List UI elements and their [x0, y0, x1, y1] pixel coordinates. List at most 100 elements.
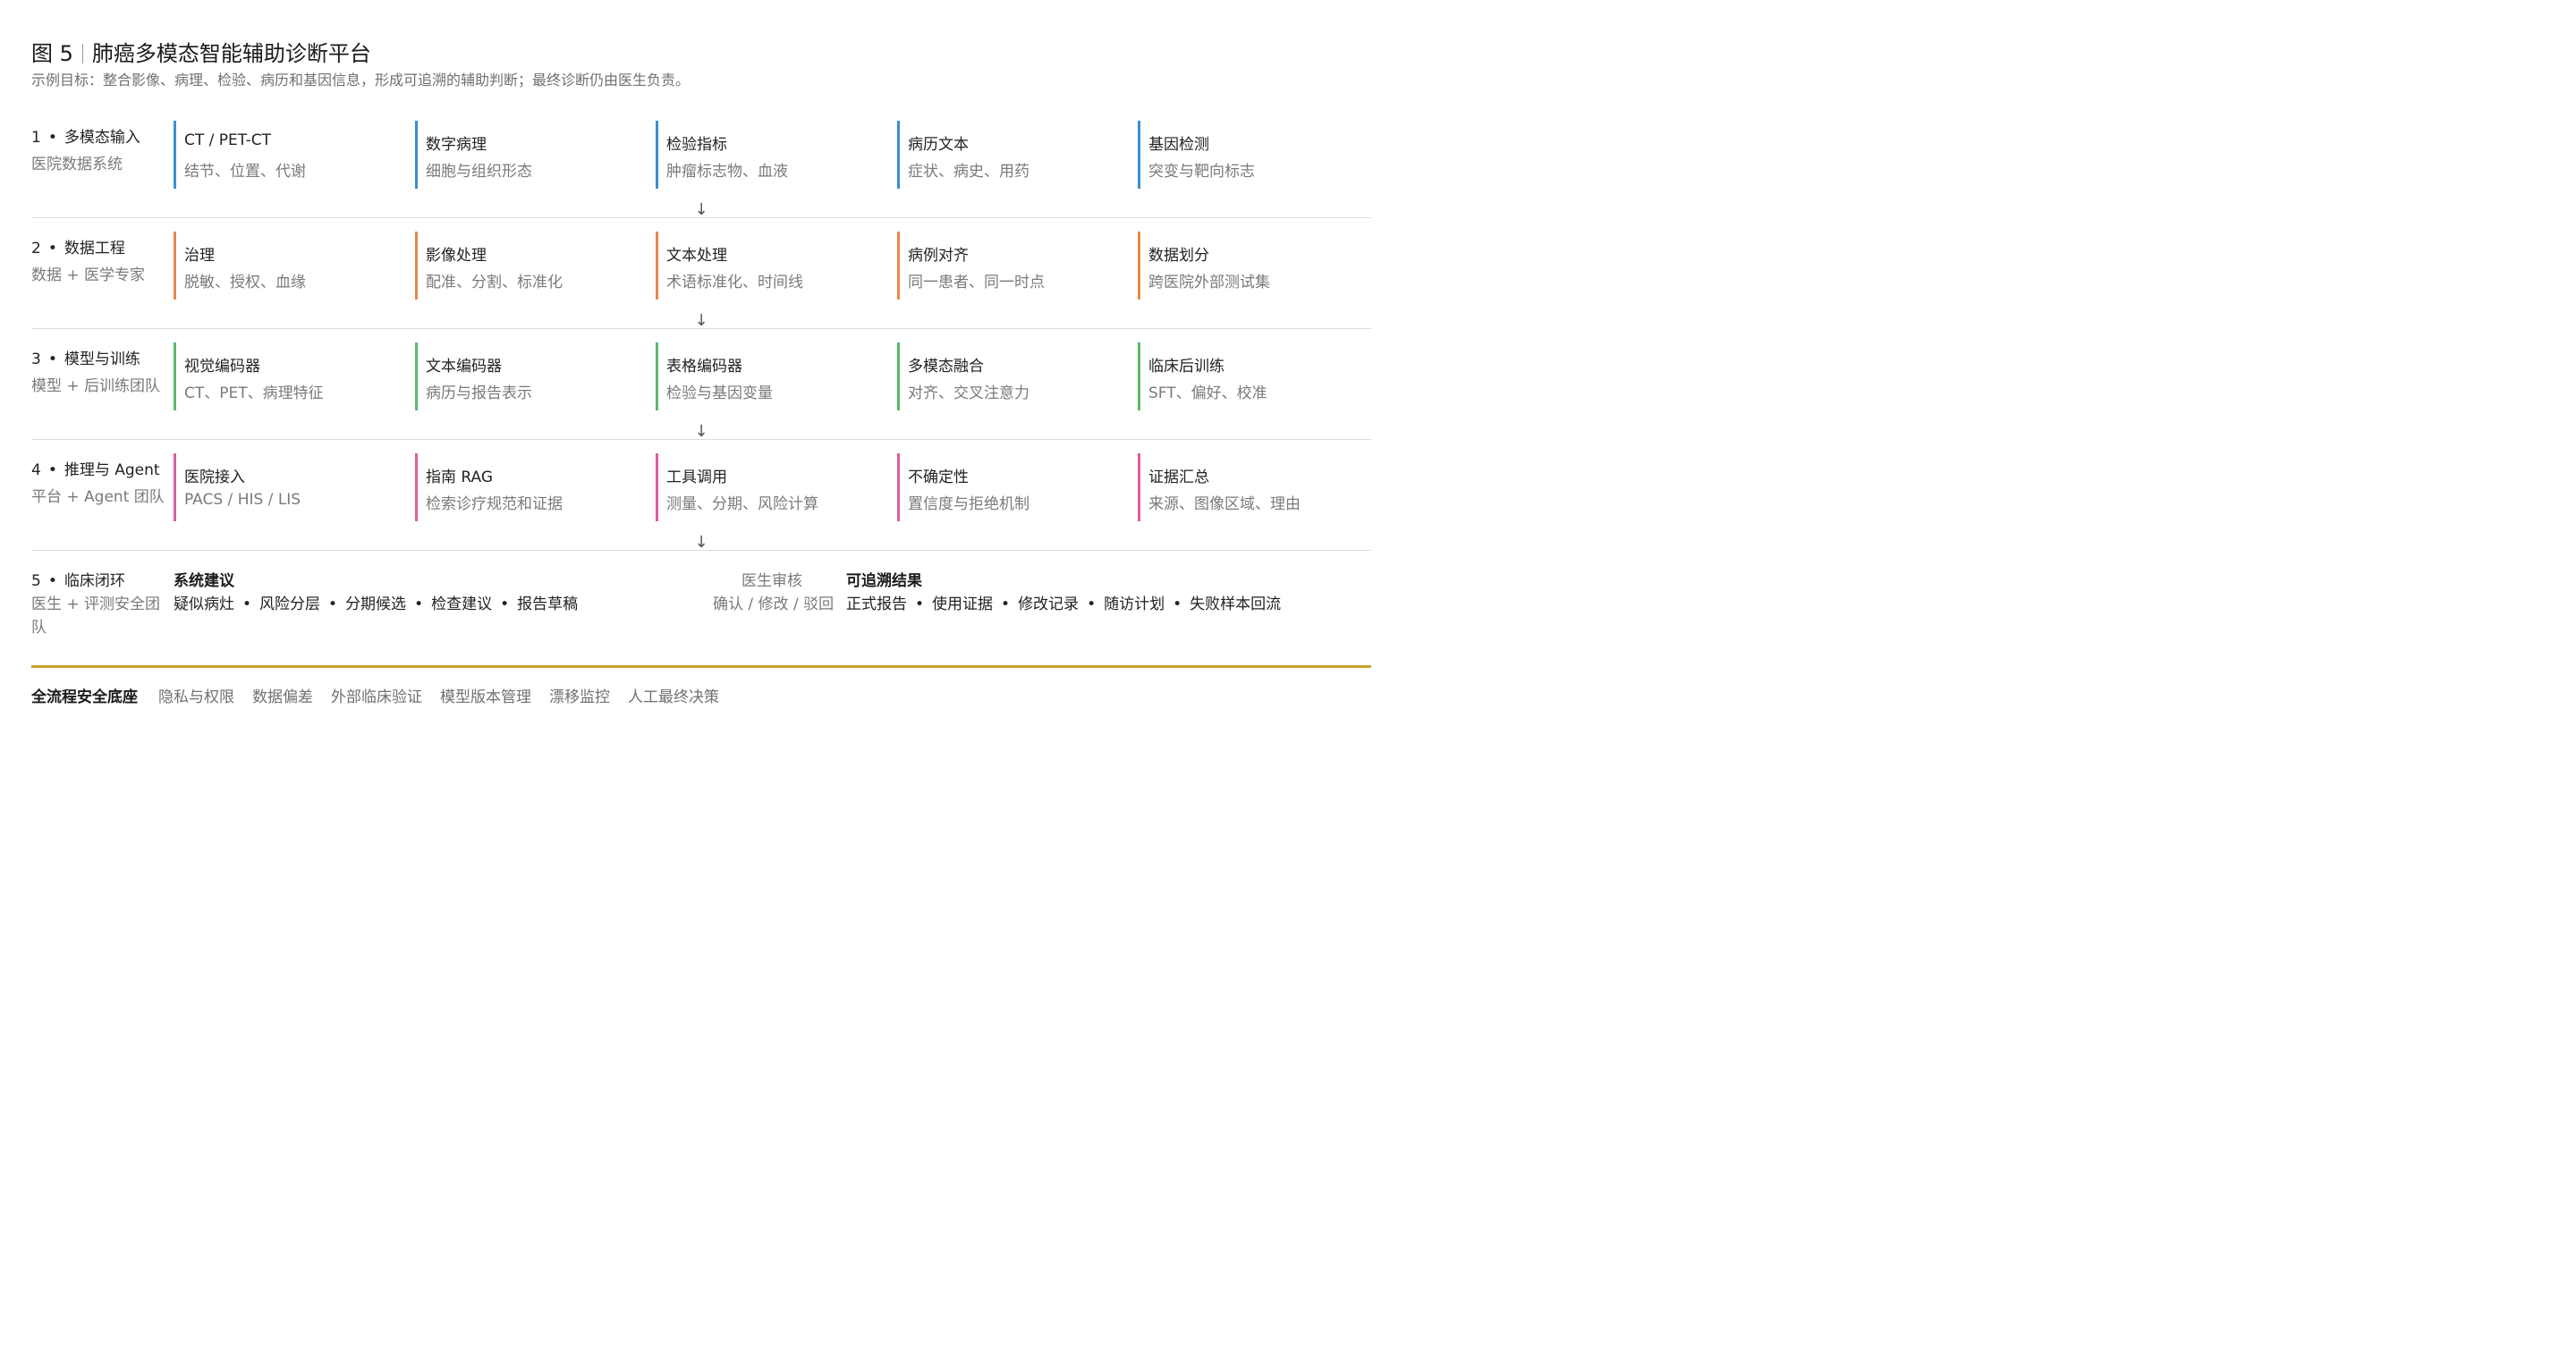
suggestion-item: 报告草稿 [517, 595, 579, 613]
stage-name: 数据工程 [64, 240, 125, 258]
card-desc: 来源、图像区域、理由 [1148, 495, 1301, 513]
card-accent-bar [1138, 342, 1140, 410]
card-title: 医院接入 [184, 469, 245, 486]
stage-dot: • [47, 572, 57, 590]
stage-number: 3 [31, 350, 41, 368]
stage-3-heading: 3 • 模型与训练 [31, 346, 140, 368]
card-title: 治理 [184, 247, 215, 265]
suggestion-item: 检查建议 [431, 595, 493, 613]
card-accent-bar [415, 453, 418, 521]
stage-owner: 医生 + 评测安全团队 [31, 595, 161, 637]
card-guideline-rag: 指南 RAG 检索诊疗规范和证据 [415, 453, 630, 521]
card-evidence-summary: 证据汇总 来源、图像区域、理由 [1138, 453, 1352, 521]
card-lab-indicators: 检验指标 肿瘤标志物、血液 [656, 121, 870, 189]
card-digital-pathology: 数字病理 细胞与组织形态 [415, 121, 630, 189]
card-desc: 结节、位置、代谢 [184, 163, 306, 181]
card-desc: 病历与报告表示 [426, 384, 532, 402]
card-title: 数字病理 [426, 136, 487, 154]
suggestion-item: 风险分层 [259, 595, 321, 613]
down-arrow-icon: ↓ [694, 200, 708, 219]
card-desc: 配准、分割、标准化 [426, 274, 563, 291]
stage-number: 4 [31, 461, 41, 479]
card-multimodal-fusion: 多模态融合 对齐、交叉注意力 [897, 342, 1112, 410]
down-arrow-icon: ↓ [694, 311, 708, 330]
result-item: 随访计划 [1104, 595, 1165, 613]
stage-dot: • [47, 129, 57, 147]
card-title: 不确定性 [908, 469, 969, 486]
card-accent-bar [415, 121, 418, 189]
down-arrow-icon: ↓ [694, 422, 708, 441]
card-title: 工具调用 [666, 469, 727, 486]
stage-name: 临床闭环 [64, 572, 125, 590]
card-accent-bar [897, 342, 900, 410]
figure-number: 图 5 [31, 41, 73, 66]
card-title: 病历文本 [908, 136, 969, 154]
safety-foundation-label: 全流程安全底座 [31, 688, 138, 706]
suggestion-list: 疑似病灶 • 风险分层 • 分期候选 • 检查建议 • 报告草稿 [174, 591, 578, 613]
card-accent-bar [897, 121, 900, 189]
system-suggestion-title: 系统建议 [174, 572, 234, 590]
stage-number: 1 [31, 129, 41, 147]
card-accent-bar [897, 232, 900, 300]
figure-title-text: 肺癌多模态智能辅助诊断平台 [91, 41, 371, 66]
result-item: 使用证据 [932, 595, 994, 613]
card-desc: CT、PET、病理特征 [184, 384, 324, 402]
result-list: 正式报告 • 使用证据 • 修改记录 • 随访计划 • 失败样本回流 [846, 591, 1281, 613]
card-desc: 症状、病史、用药 [908, 163, 1030, 181]
safety-item: 漂移监控 [549, 688, 610, 706]
card-desc: 突变与靶向标志 [1148, 163, 1255, 181]
card-desc: 置信度与拒绝机制 [908, 495, 1030, 513]
stage-1-heading: 1 • 多模态输入 [31, 124, 140, 147]
card-title: 影像处理 [426, 247, 487, 265]
card-desc: 对齐、交叉注意力 [908, 384, 1030, 402]
result-item: 正式报告 [846, 595, 907, 613]
stage-owner: 数据 + 医学专家 [31, 266, 146, 284]
safety-item: 隐私与权限 [158, 688, 234, 706]
stage-name: 模型与训练 [64, 350, 140, 368]
card-title: 视觉编码器 [184, 358, 260, 376]
card-desc: 检验与基因变量 [666, 384, 773, 402]
stage-name: 推理与 Agent [64, 461, 160, 479]
card-desc: 测量、分期、风险计算 [666, 495, 818, 513]
card-title: CT / PET-CT [184, 131, 271, 149]
card-gene-testing: 基因检测 突变与靶向标志 [1138, 121, 1352, 189]
card-accent-bar [656, 453, 658, 521]
card-accent-bar [415, 342, 418, 410]
card-image-processing: 影像处理 配准、分割、标准化 [415, 232, 630, 300]
card-hospital-integration: 医院接入 PACS / HIS / LIS [174, 453, 388, 521]
card-accent-bar [174, 342, 176, 410]
safety-foundation-items: 隐私与权限 数据偏差 外部临床验证 模型版本管理 漂移监控 人工最终决策 [158, 684, 719, 706]
card-table-encoder: 表格编码器 检验与基因变量 [656, 342, 870, 410]
bullet-separator: • [500, 595, 510, 613]
card-title: 多模态融合 [908, 358, 984, 376]
card-accent-bar [1138, 232, 1140, 300]
result-item: 修改记录 [1018, 595, 1080, 613]
stage-divider [31, 217, 1371, 218]
bullet-separator: • [915, 595, 925, 613]
card-accent-bar [656, 342, 658, 410]
card-accent-bar [656, 121, 658, 189]
card-title: 表格编码器 [666, 358, 742, 376]
card-accent-bar [174, 453, 176, 521]
stage-divider [31, 439, 1371, 440]
stage-number: 2 [31, 240, 41, 258]
card-governance: 治理 脱敏、授权、血缘 [174, 232, 388, 300]
card-desc: 脱敏、授权、血缘 [184, 274, 306, 291]
safety-item: 数据偏差 [252, 688, 313, 706]
stage-owner: 医院数据系统 [31, 156, 123, 173]
card-accent-bar [656, 232, 658, 300]
card-tool-calling: 工具调用 测量、分期、风险计算 [656, 453, 870, 521]
card-case-alignment: 病例对齐 同一患者、同一时点 [897, 232, 1112, 300]
bullet-separator: • [242, 595, 252, 613]
card-accent-bar [174, 121, 176, 189]
card-title: 临床后训练 [1148, 358, 1224, 376]
card-title: 文本处理 [666, 247, 727, 265]
card-data-split: 数据划分 跨医院外部测试集 [1138, 232, 1352, 300]
stage-dot: • [47, 461, 57, 479]
bullet-separator: • [328, 595, 338, 613]
card-accent-bar [897, 453, 900, 521]
figure-subtitle: 示例目标：整合影像、病理、检验、病历和基因信息，形成可追溯的辅助判断；最终诊断仍… [31, 72, 691, 89]
card-desc: PACS / HIS / LIS [184, 491, 301, 509]
doctor-review-actions: 确认 / 修改 / 驳回 [713, 595, 835, 613]
stage-owner: 平台 + Agent 团队 [31, 488, 165, 506]
